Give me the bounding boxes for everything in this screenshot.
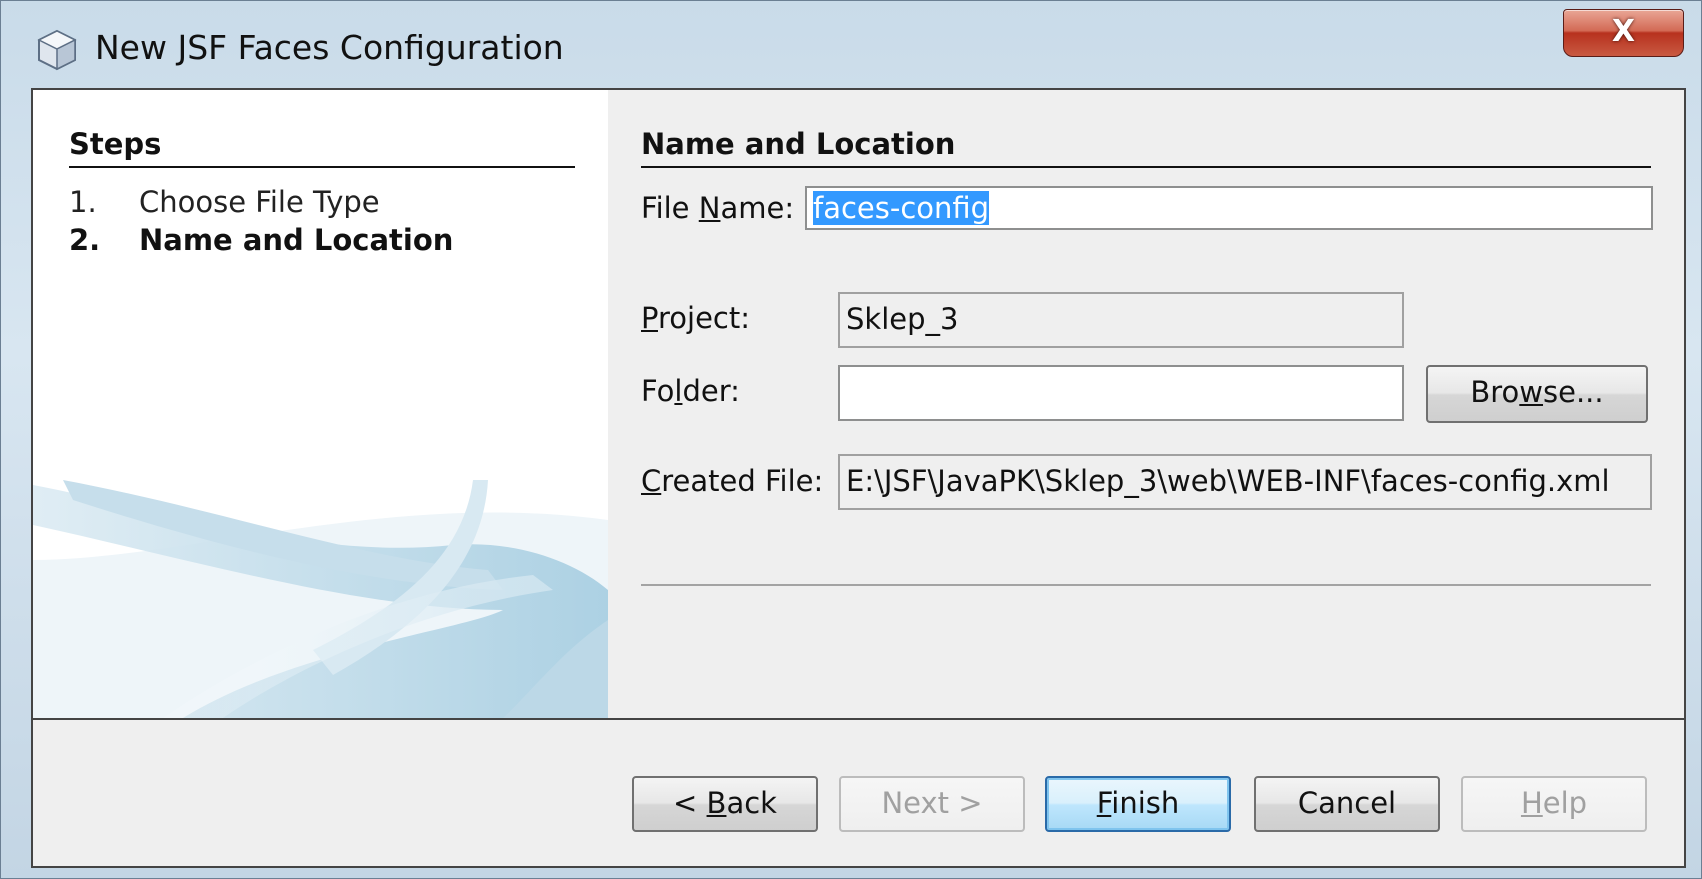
step-item-name-and-location: 2. Name and Location (69, 221, 453, 259)
window-title: New JSF Faces Configuration (95, 28, 564, 67)
project-value: Sklep_3 (846, 302, 959, 336)
help-button[interactable]: Help (1461, 776, 1647, 832)
steps-heading: Steps (69, 124, 575, 168)
step-label: Choose File Type (139, 185, 380, 219)
title-bar[interactable]: New JSF Faces Configuration X (1, 1, 1701, 95)
step-number: 2. (69, 223, 101, 257)
project-field: Sklep_3 (838, 292, 1404, 348)
dialog-client-area: Steps 1. Choose File Type 2. Name and Loca… (31, 88, 1686, 868)
folder-label: Folder: (641, 374, 740, 408)
button-bar-separator (33, 718, 1684, 720)
back-button[interactable]: < Back (632, 776, 818, 832)
created-file-label: Created File: (641, 464, 824, 498)
file-name-label: File Name: (641, 191, 795, 225)
next-button[interactable]: Next > (839, 776, 1025, 832)
file-name-input[interactable]: faces-config (805, 186, 1653, 230)
step-item-choose-file-type: 1. Choose File Type (69, 183, 380, 221)
steps-panel: Steps 1. Choose File Type 2. Name and Loca… (33, 90, 608, 718)
folder-input[interactable] (838, 365, 1404, 421)
close-button[interactable]: X (1563, 9, 1684, 57)
step-number: 1. (69, 185, 97, 219)
browse-button[interactable]: Browse... (1426, 365, 1648, 423)
close-icon: X (1611, 14, 1636, 49)
finish-button[interactable]: Finish (1045, 776, 1231, 832)
created-file-field: E:\JSF\JavaPK\Sklep_3\web\WEB-INF\faces-… (838, 454, 1652, 510)
form-separator (641, 584, 1651, 586)
file-name-value: faces-config (813, 191, 990, 225)
created-file-value: E:\JSF\JavaPK\Sklep_3\web\WEB-INF\faces-… (846, 464, 1610, 498)
cancel-button[interactable]: Cancel (1254, 776, 1440, 832)
netbeans-cube-icon (37, 29, 77, 71)
step-label: Name and Location (139, 223, 454, 257)
section-heading: Name and Location (641, 124, 1651, 168)
project-label: Project: (641, 301, 750, 335)
dialog-window: New JSF Faces Configuration X Steps 1. C… (0, 0, 1702, 879)
